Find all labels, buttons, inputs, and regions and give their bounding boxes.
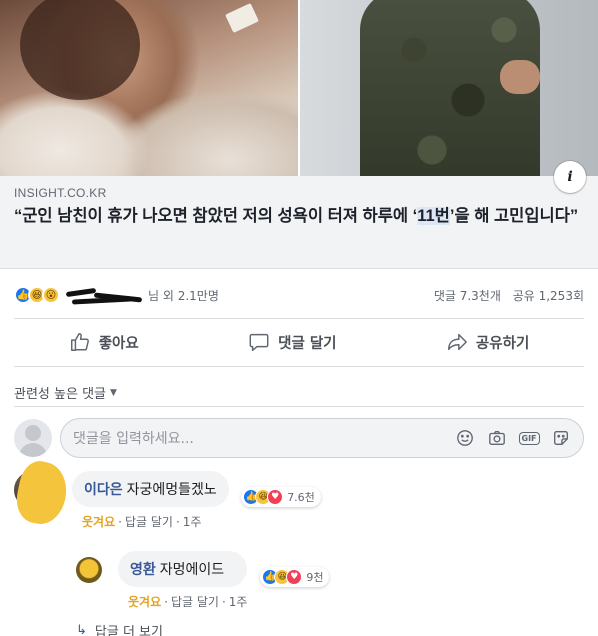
camera-icon[interactable] [487, 428, 507, 448]
article-photo-right [300, 0, 598, 176]
laugh-reaction-link[interactable]: 웃겨요 [82, 515, 115, 529]
article-photo-left [0, 0, 298, 176]
comment-icon [249, 333, 269, 351]
comment-bubble: 영환 자멍에이드 👍 😆 ♥ 9천 [118, 551, 330, 587]
comment-text: 자멍에이드 [159, 562, 225, 578]
gif-icon[interactable]: GIF [518, 428, 540, 448]
love-icon: ♥ [267, 489, 284, 505]
comment-button[interactable]: 댓글 달기 [248, 331, 337, 353]
comment-sort-dropdown[interactable]: 관련성 높은 댓글 ▼ [14, 383, 117, 402]
divider [14, 318, 584, 319]
caret-down-icon: ▼ [110, 387, 117, 398]
post-actions: 좋아요 댓글 달기 공유하기 [14, 320, 584, 364]
comment-reactions[interactable]: 👍 😆 ♥ 9천 [260, 567, 330, 587]
more-replies-link[interactable]: ↳ 답글 더 보기 [76, 621, 163, 636]
thumbs-up-icon [70, 333, 89, 351]
link-domain: INSIGHT.CO.KR [14, 186, 107, 200]
divider [14, 366, 584, 367]
comment-composer: 댓글을 입력하세요... GIF [14, 418, 584, 458]
shares-count[interactable]: 공유 1,253회 [513, 289, 584, 303]
reply-link[interactable]: 답글 달기 [171, 595, 219, 609]
comment-time[interactable]: 1주 [229, 595, 248, 609]
highlighted-text: 11번 [417, 207, 450, 225]
article-image[interactable] [0, 0, 598, 176]
reply-link[interactable]: 답글 달기 [125, 515, 173, 529]
wow-icon: 😮 [42, 286, 60, 304]
comment-meta: 웃겨요 · 답글 달기 · 1주 [128, 595, 248, 609]
like-button[interactable]: 좋아요 [69, 331, 139, 353]
info-icon[interactable]: i [554, 161, 586, 193]
comment-input[interactable]: 댓글을 입력하세요... GIF [60, 418, 584, 458]
share-icon [447, 333, 467, 351]
comment-author[interactable]: 이다은 [84, 482, 123, 498]
comment-text: 자궁에멍들겠노 [126, 482, 217, 498]
reactions-count[interactable]: 님 외 2.1만명 [148, 287, 219, 304]
comment-author[interactable]: 영환 [130, 562, 156, 578]
reply-arrow-icon: ↳ [76, 623, 87, 636]
comment-time[interactable]: 1주 [183, 515, 202, 529]
share-button[interactable]: 공유하기 [446, 331, 529, 353]
reactions-summary: 👍 😆 😮 님 외 2.1만명 댓글 7.3천개 공유 1,253회 [14, 280, 584, 310]
divider [14, 406, 584, 407]
love-icon: ♥ [286, 569, 303, 585]
link-title[interactable]: “군인 남친이 휴가 나오면 참았던 저의 성욕이 터져 하루에 ‘11번’을 … [14, 205, 589, 228]
emoji-icon[interactable] [455, 428, 475, 448]
comment-bubble: 이다은 자궁에멍들겠노 👍 😆 ♥ 7.6천 [72, 471, 321, 507]
reaction-icons[interactable]: 👍 😆 😮 [14, 286, 60, 304]
comment-meta: 웃겨요 · 답글 달기 · 1주 [82, 515, 202, 529]
comment-reactions[interactable]: 👍 😆 ♥ 7.6천 [241, 487, 321, 507]
link-preview[interactable]: INSIGHT.CO.KR “군인 남친이 휴가 나오면 참았던 저의 성욕이 … [0, 176, 598, 269]
avatar[interactable] [76, 557, 102, 583]
laugh-reaction-link[interactable]: 웃겨요 [128, 595, 161, 609]
reply-item: 영환 자멍에이드 👍 😆 ♥ 9천 웃겨요 · 답글 달기 · 1주 [76, 551, 330, 610]
avatar [14, 419, 52, 457]
comments-count[interactable]: 댓글 7.3천개 [434, 289, 501, 303]
sticker-icon[interactable] [551, 428, 571, 448]
redacted-names [64, 286, 144, 305]
